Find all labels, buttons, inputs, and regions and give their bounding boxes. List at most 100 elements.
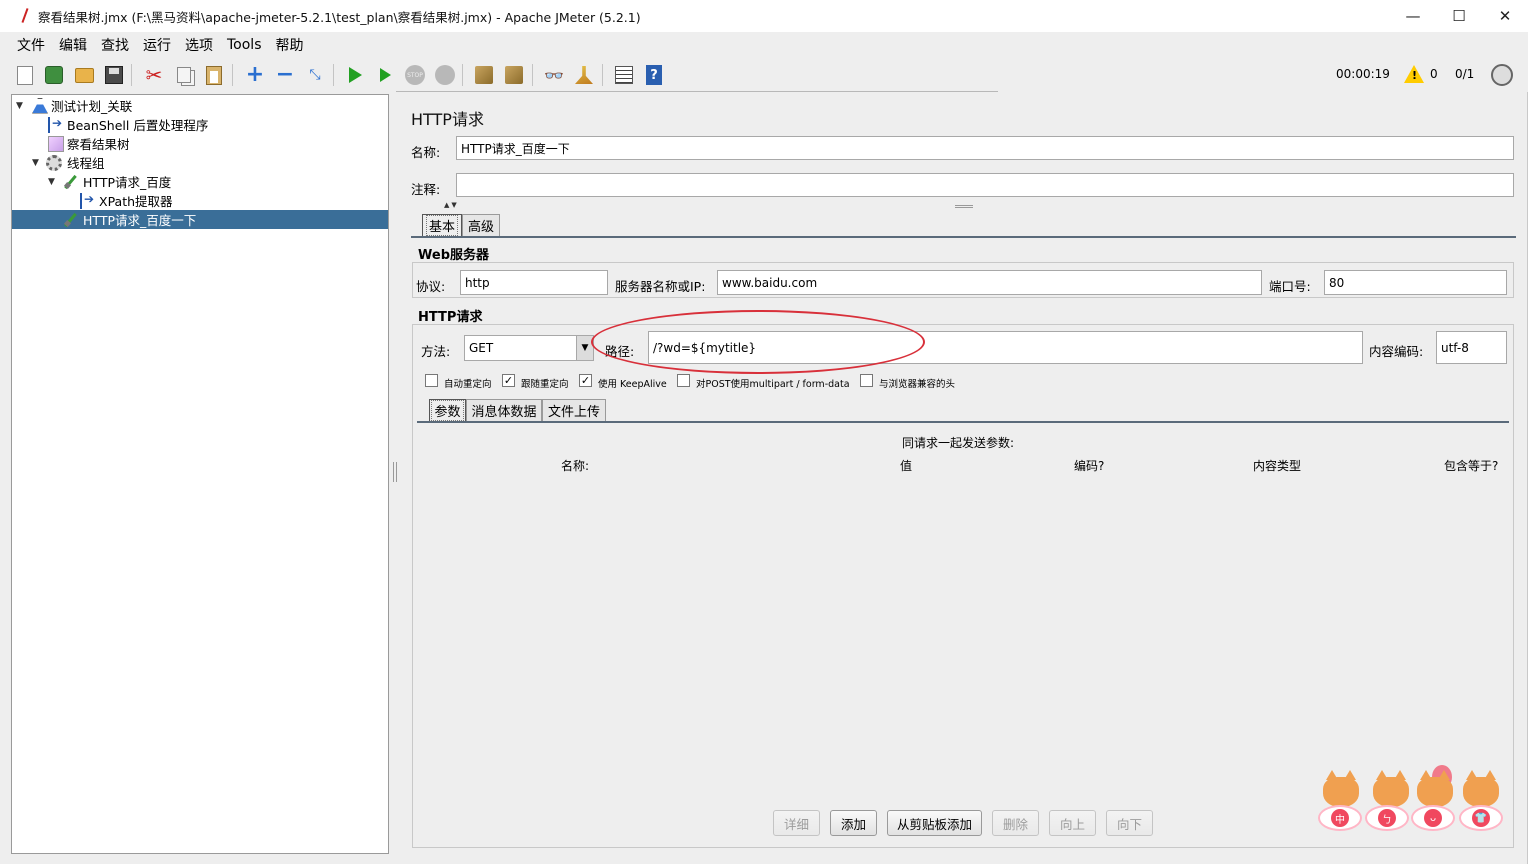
start-icon[interactable] bbox=[344, 64, 366, 86]
add-from-clipboard-button[interactable]: 从剪贴板添加 bbox=[887, 810, 982, 836]
minimize-button[interactable]: — bbox=[1390, 0, 1436, 32]
menu-file[interactable]: 文件 bbox=[10, 35, 52, 55]
menu-help[interactable]: 帮助 bbox=[269, 35, 311, 55]
stop-icon[interactable]: STOP bbox=[404, 64, 426, 86]
cat-icon bbox=[1373, 770, 1409, 807]
protocol-field[interactable]: http bbox=[460, 270, 608, 295]
add-button[interactable]: 添加 bbox=[830, 810, 877, 836]
menu-tools[interactable]: Tools bbox=[220, 37, 269, 53]
menu-run[interactable]: 运行 bbox=[136, 35, 178, 55]
cat-icon bbox=[1417, 770, 1453, 807]
port-field[interactable]: 80 bbox=[1324, 270, 1507, 295]
clear-all-icon[interactable] bbox=[503, 64, 525, 86]
close-button[interactable]: ✕ bbox=[1482, 0, 1528, 32]
toggle-icon[interactable]: ⤡ bbox=[304, 64, 326, 86]
col-content-type: 内容类型 bbox=[1253, 459, 1302, 473]
new-icon[interactable] bbox=[14, 64, 36, 86]
cloud-badge[interactable]: 中 bbox=[1318, 805, 1362, 831]
cloud-badge[interactable]: ㄅ bbox=[1365, 805, 1409, 831]
function-helper-icon[interactable] bbox=[613, 64, 635, 86]
detail-button[interactable]: 详细 bbox=[773, 810, 820, 836]
tree-label: HTTP请求_百度一下 bbox=[83, 213, 197, 228]
listener-icon bbox=[48, 135, 64, 152]
cloud-badge[interactable]: 👕 bbox=[1459, 805, 1503, 831]
comment-field[interactable] bbox=[456, 173, 1514, 197]
name-field[interactable]: HTTP请求_百度一下 bbox=[456, 136, 1514, 160]
tab-body-data[interactable]: 消息体数据 bbox=[466, 399, 542, 421]
badge-text: 👕 bbox=[1472, 809, 1490, 827]
comment-label: 注释: bbox=[411, 182, 441, 197]
browser-headers-checkbox[interactable] bbox=[860, 374, 873, 387]
open-icon[interactable] bbox=[73, 64, 95, 86]
cut-icon[interactable]: ✂ bbox=[143, 64, 165, 86]
shutdown-icon[interactable] bbox=[434, 64, 456, 86]
tree-node-http-baidu-search[interactable]: HTTP请求_百度一下 bbox=[12, 210, 388, 229]
expand-icon[interactable]: + bbox=[244, 64, 266, 86]
menu-search[interactable]: 查找 bbox=[94, 35, 136, 55]
tab-advanced[interactable]: 高级 bbox=[462, 214, 500, 236]
follow-redirect-label: 跟随重定向 bbox=[521, 379, 569, 390]
delete-button[interactable]: 删除 bbox=[992, 810, 1039, 836]
jmeter-feather-icon bbox=[18, 8, 32, 24]
web-server-title: Web服务器 bbox=[418, 248, 489, 263]
test-plan-icon bbox=[32, 97, 48, 114]
name-label: 名称: bbox=[411, 145, 441, 160]
move-up-button[interactable]: 向上 bbox=[1049, 810, 1096, 836]
panel-title: HTTP请求 bbox=[411, 110, 484, 129]
method-select[interactable]: GET ▼ bbox=[464, 335, 594, 361]
col-encode: 编码? bbox=[1074, 459, 1105, 473]
encoding-field[interactable]: utf-8 bbox=[1436, 331, 1507, 364]
menu-bar: 文件 编辑 查找 运行 选项 Tools 帮助 bbox=[0, 32, 1528, 58]
test-plan-tree[interactable]: ▼ 测试计划_关联 BeanShell 后置处理程序 察看结果树 ▼ 线程组 ▼… bbox=[11, 94, 389, 854]
tree-node-xpath[interactable]: XPath提取器 bbox=[12, 191, 388, 210]
params-table-body[interactable] bbox=[418, 474, 1508, 794]
cloud-badge[interactable]: ᴗ bbox=[1411, 805, 1455, 831]
tree-node-test-plan[interactable]: ▼ 测试计划_关联 bbox=[12, 96, 388, 115]
tab-file-upload[interactable]: 文件上传 bbox=[542, 399, 606, 421]
tree-label: 线程组 bbox=[67, 156, 105, 171]
collapse-arrow-icon[interactable]: ▼ bbox=[16, 101, 23, 111]
save-icon[interactable] bbox=[103, 64, 125, 86]
keepalive-label: 使用 KeepAlive bbox=[598, 379, 667, 390]
tree-node-beanshell[interactable]: BeanShell 后置处理程序 bbox=[12, 115, 388, 134]
help-icon[interactable]: ? bbox=[643, 64, 665, 86]
sampler-icon bbox=[62, 212, 78, 228]
search-icon[interactable]: 👓 bbox=[543, 64, 565, 86]
split-arrows-icon[interactable]: ▲▼ bbox=[444, 201, 459, 209]
window-title: 察看结果树.jmx (F:\黑马资料\apache-jmeter-5.2.1\t… bbox=[38, 9, 641, 25]
tree-node-view-results[interactable]: 察看结果树 bbox=[12, 134, 388, 153]
start-no-pauses-icon[interactable] bbox=[374, 64, 396, 86]
move-down-button[interactable]: 向下 bbox=[1106, 810, 1153, 836]
col-include-equals: 包含等于? bbox=[1444, 459, 1499, 473]
paste-icon[interactable] bbox=[203, 64, 225, 86]
collapse-icon[interactable]: − bbox=[274, 64, 296, 86]
maximize-button[interactable]: ☐ bbox=[1436, 0, 1482, 32]
tree-label: XPath提取器 bbox=[99, 194, 173, 209]
templates-icon[interactable] bbox=[43, 64, 65, 86]
divider-handle[interactable] bbox=[955, 205, 973, 208]
method-label: 方法: bbox=[421, 344, 451, 359]
tab-basic[interactable]: 基本 bbox=[422, 214, 462, 236]
menu-options[interactable]: 选项 bbox=[178, 35, 220, 55]
window-controls: — ☐ ✕ bbox=[1390, 0, 1528, 32]
remote-engines-icon[interactable] bbox=[1491, 64, 1513, 86]
collapse-arrow-icon[interactable]: ▼ bbox=[48, 177, 55, 187]
protocol-label: 协议: bbox=[416, 279, 446, 294]
splitter-handle[interactable] bbox=[393, 462, 397, 482]
multipart-checkbox[interactable] bbox=[677, 374, 690, 387]
col-name: 名称: bbox=[561, 459, 590, 473]
clear-icon[interactable] bbox=[473, 64, 495, 86]
menu-edit[interactable]: 编辑 bbox=[52, 35, 94, 55]
server-field[interactable]: www.baidu.com bbox=[717, 270, 1262, 295]
post-processor-icon bbox=[80, 192, 96, 209]
copy-icon[interactable] bbox=[173, 64, 195, 86]
auto-redirect-checkbox[interactable] bbox=[425, 374, 438, 387]
tree-label: HTTP请求_百度 bbox=[83, 175, 172, 190]
tree-node-http-baidu[interactable]: ▼ HTTP请求_百度 bbox=[12, 172, 388, 191]
follow-redirect-checkbox[interactable]: ✓ bbox=[502, 374, 515, 387]
collapse-arrow-icon[interactable]: ▼ bbox=[32, 158, 39, 168]
tab-parameters[interactable]: 参数 bbox=[429, 399, 466, 421]
tree-node-thread-group[interactable]: ▼ 线程组 bbox=[12, 153, 388, 172]
keepalive-checkbox[interactable]: ✓ bbox=[579, 374, 592, 387]
reset-search-icon[interactable] bbox=[573, 64, 595, 86]
